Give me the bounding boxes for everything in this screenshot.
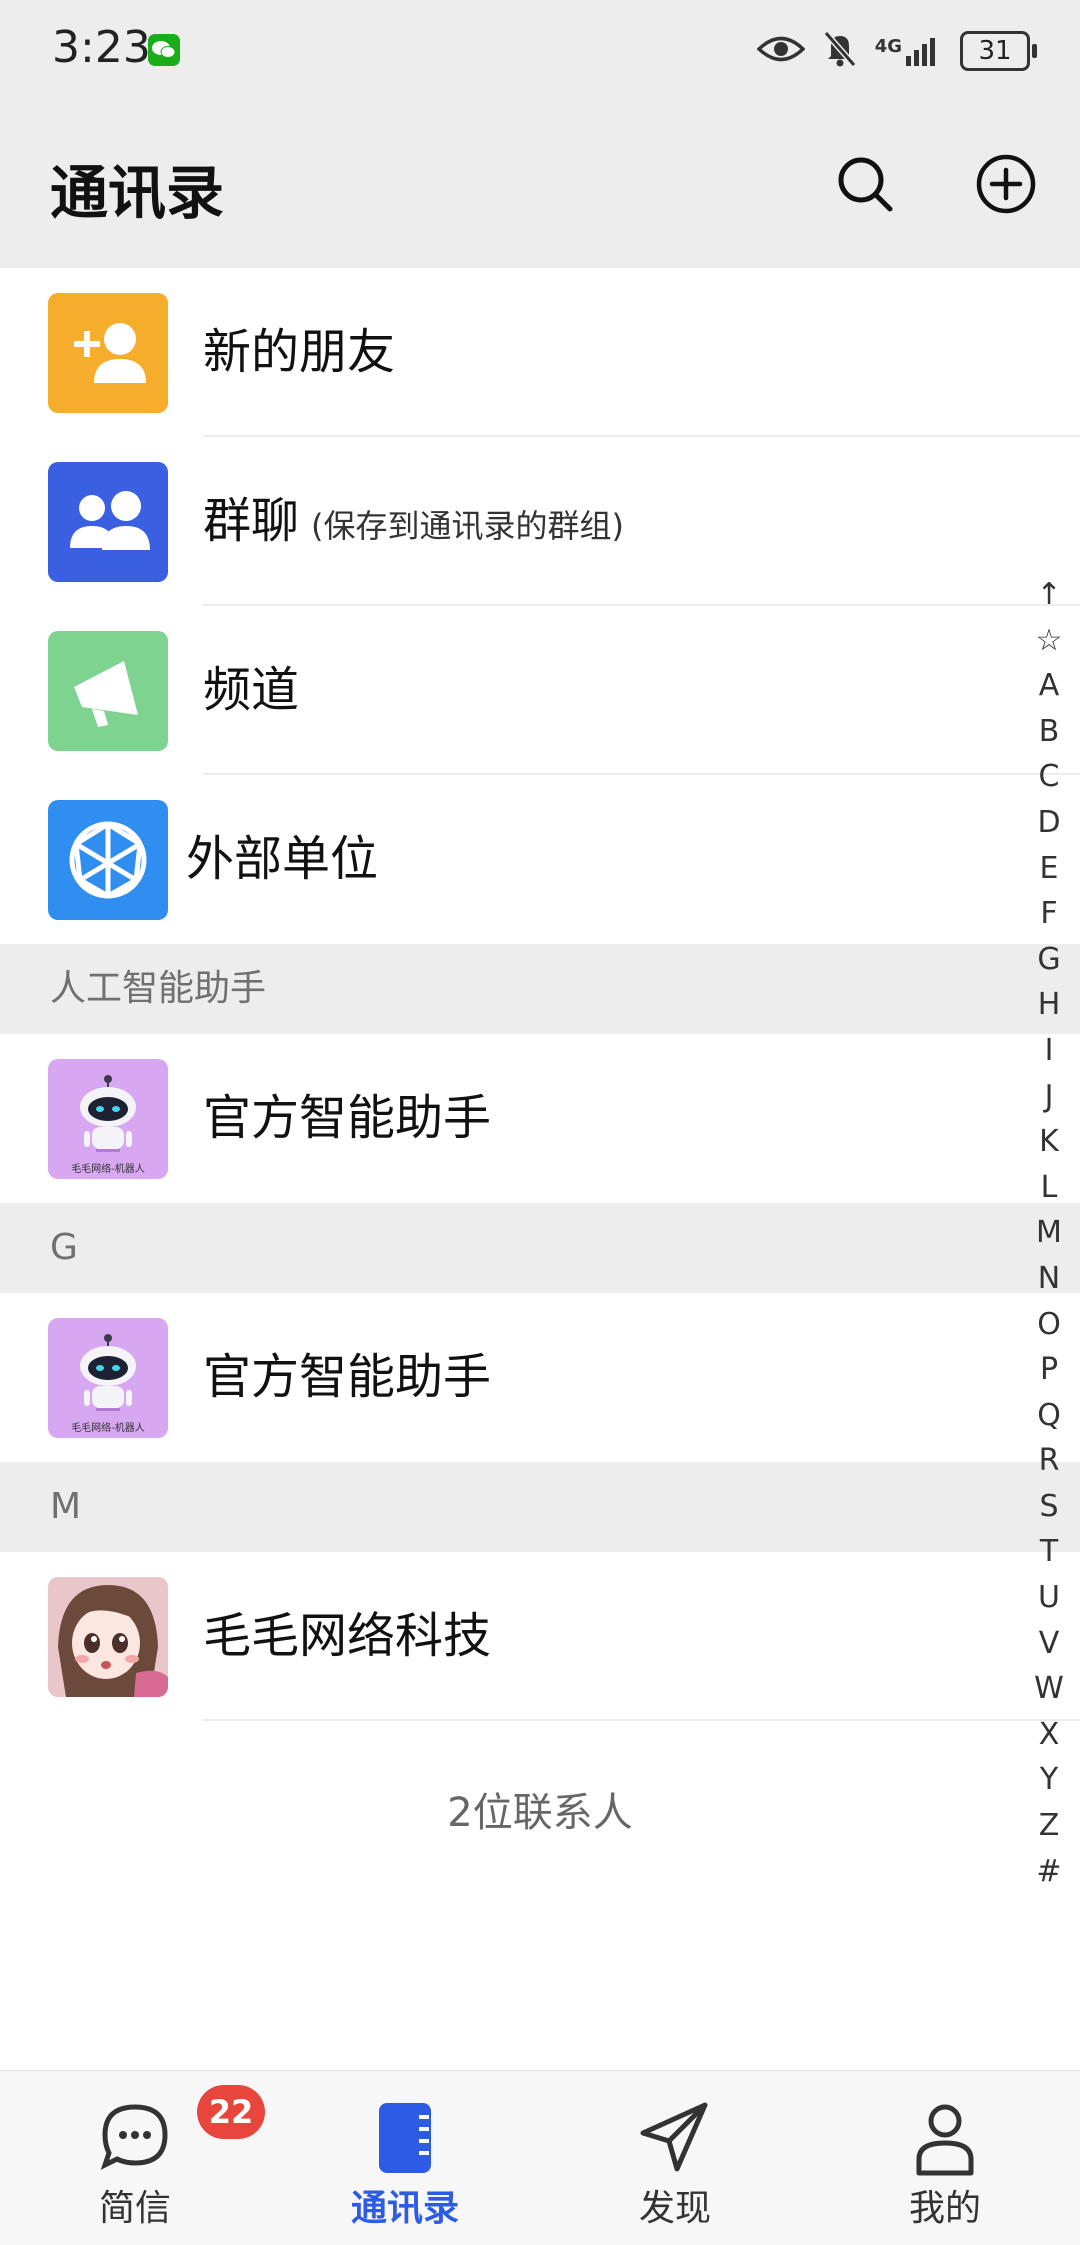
nav-messages[interactable]: 22 简信 xyxy=(0,2071,270,2245)
entry-label: 频道 xyxy=(203,662,300,718)
index-letter[interactable]: M xyxy=(1024,1210,1074,1256)
contact-row[interactable]: 毛毛网络科技 xyxy=(0,1552,1080,1721)
network-type: 4G xyxy=(874,36,902,57)
nav-contacts[interactable]: 通讯录 xyxy=(270,2071,540,2245)
battery-icon: 31 xyxy=(960,31,1037,71)
bottom-nav: 22 简信 通讯录 发现 我的 xyxy=(0,2070,1080,2245)
section-title: M xyxy=(50,1486,82,1527)
index-letter[interactable]: T xyxy=(1024,1529,1074,1575)
contact-count: 2位联系人 xyxy=(447,1790,633,1836)
add-circle-icon[interactable] xyxy=(974,152,1038,216)
nav-label: 简信 xyxy=(98,2188,171,2229)
index-letter[interactable]: L xyxy=(1024,1165,1074,1211)
status-bar: 3:23 4G 31 xyxy=(0,0,1080,100)
eye-icon xyxy=(756,34,806,68)
contact-row[interactable]: 毛毛网络-机器人 官方智能助手 xyxy=(0,1293,1080,1462)
section-header: M xyxy=(0,1462,1080,1552)
signal-icon: 4G xyxy=(875,36,942,66)
page-title: 通讯录 xyxy=(50,159,225,227)
contact-name: 官方智能助手 xyxy=(203,1349,492,1405)
alphabet-index-bar[interactable]: ↑ ☆ A B C D E F G H I J K L M N O P Q R S T U V W X Y Z # xyxy=(1024,572,1074,1894)
index-letter[interactable]: J xyxy=(1024,1074,1074,1120)
nav-discover[interactable]: 发现 xyxy=(540,2071,810,2245)
nav-me[interactable]: 我的 xyxy=(810,2071,1080,2245)
index-letter[interactable]: D xyxy=(1024,800,1074,846)
index-letter[interactable]: N xyxy=(1024,1256,1074,1302)
divider xyxy=(203,1719,1080,1721)
section-header: 人工智能助手 xyxy=(0,944,1080,1034)
index-letter[interactable]: ↑ xyxy=(1024,572,1074,618)
status-time: 3:23 xyxy=(52,22,151,73)
robot-avatar: 毛毛网络-机器人 xyxy=(48,1318,168,1438)
index-letter[interactable]: B xyxy=(1024,709,1074,755)
index-letter[interactable]: K xyxy=(1024,1119,1074,1165)
section-title: G xyxy=(50,1227,78,1268)
index-letter[interactable]: S xyxy=(1024,1484,1074,1530)
entry-label: 群聊 xyxy=(203,493,300,549)
search-icon[interactable] xyxy=(833,152,897,216)
group-chats-entry[interactable]: 群聊 (保存到通讯录的群组) xyxy=(0,437,1080,606)
wechat-icon xyxy=(148,34,180,66)
external-units-entry[interactable]: 外部单位 xyxy=(0,775,1080,944)
header: 通讯录 xyxy=(0,100,1080,268)
nav-label: 通讯录 xyxy=(350,2188,459,2229)
index-letter[interactable]: V xyxy=(1024,1621,1074,1667)
index-letter[interactable]: W xyxy=(1024,1666,1074,1712)
chat-bubble-icon xyxy=(95,2097,175,2177)
index-letter[interactable]: I xyxy=(1024,1028,1074,1074)
index-letter[interactable]: C xyxy=(1024,754,1074,800)
contact-name: 毛毛网络科技 xyxy=(203,1608,492,1664)
entry-sublabel: (保存到通讯录的群组) xyxy=(311,507,624,545)
avatar-caption: 毛毛网络-机器人 xyxy=(71,1164,145,1175)
index-letter[interactable]: Z xyxy=(1024,1803,1074,1849)
index-letter[interactable]: R xyxy=(1024,1438,1074,1484)
bell-off-icon xyxy=(823,30,857,72)
entry-label: 外部单位 xyxy=(186,831,379,887)
new-friends-entry[interactable]: 新的朋友 xyxy=(0,268,1080,437)
megaphone-icon xyxy=(48,631,168,751)
channels-entry[interactable]: 频道 xyxy=(0,606,1080,775)
index-letter[interactable]: P xyxy=(1024,1347,1074,1393)
unread-badge: 22 xyxy=(197,2085,265,2139)
nav-label: 我的 xyxy=(908,2188,981,2229)
avatar-caption: 毛毛网络-机器人 xyxy=(71,1423,145,1434)
group-icon xyxy=(48,462,168,582)
index-letter[interactable]: Q xyxy=(1024,1393,1074,1439)
index-letter[interactable]: # xyxy=(1024,1849,1074,1895)
contacts-book-icon xyxy=(365,2097,445,2177)
section-title: 人工智能助手 xyxy=(50,968,267,1009)
person-icon xyxy=(905,2097,985,2177)
add-friend-icon xyxy=(48,293,168,413)
robot-avatar: 毛毛网络-机器人 xyxy=(48,1059,168,1179)
index-letter[interactable]: O xyxy=(1024,1302,1074,1348)
index-letter[interactable]: Y xyxy=(1024,1757,1074,1803)
index-letter[interactable]: E xyxy=(1024,846,1074,892)
index-letter[interactable]: U xyxy=(1024,1575,1074,1621)
contact-row[interactable]: 毛毛网络-机器人 官方智能助手 xyxy=(0,1034,1080,1203)
nav-label: 发现 xyxy=(638,2188,711,2229)
network-globe-icon xyxy=(48,800,168,920)
contact-name: 官方智能助手 xyxy=(203,1090,492,1146)
section-header: G xyxy=(0,1203,1080,1293)
entry-label: 新的朋友 xyxy=(203,324,396,380)
index-letter[interactable]: ☆ xyxy=(1024,618,1074,664)
index-letter[interactable]: A xyxy=(1024,663,1074,709)
anime-girl-avatar xyxy=(48,1577,168,1697)
index-letter[interactable]: X xyxy=(1024,1712,1074,1758)
index-letter[interactable]: F xyxy=(1024,891,1074,937)
index-letter[interactable]: G xyxy=(1024,937,1074,983)
entry-label-wrap: 群聊 (保存到通讯录的群组) xyxy=(203,437,624,606)
paper-plane-icon xyxy=(635,2097,715,2177)
index-letter[interactable]: H xyxy=(1024,982,1074,1028)
